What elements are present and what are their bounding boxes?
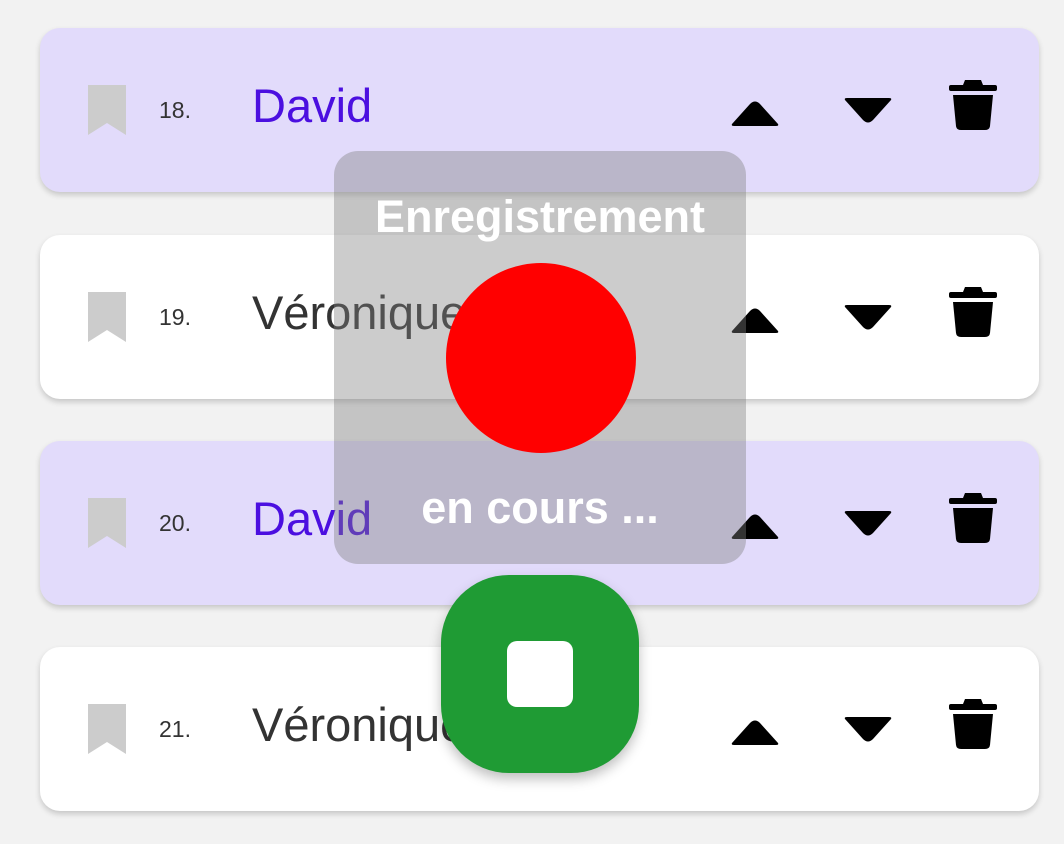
recording-status: en cours ... — [421, 482, 659, 533]
recording-overlay: Enregistrement en cours ... — [334, 151, 746, 564]
move-up-button[interactable] — [730, 86, 780, 136]
trash-icon — [949, 699, 997, 749]
triangle-down-icon — [844, 511, 892, 536]
move-down-button[interactable] — [843, 88, 893, 138]
triangle-down-icon — [844, 305, 892, 330]
item-name: Véronique — [252, 698, 467, 751]
trash-icon — [949, 287, 997, 337]
triangle-up-icon — [731, 101, 779, 126]
triangle-up-icon — [731, 720, 779, 745]
recording-title: Enregistrement — [374, 191, 706, 242]
stop-icon — [507, 641, 573, 707]
item-number: 20. — [159, 510, 191, 536]
bookmark-icon[interactable] — [88, 85, 126, 135]
delete-button[interactable] — [945, 695, 1001, 751]
bookmark-icon[interactable] — [88, 292, 126, 342]
bookmark-icon[interactable] — [88, 498, 126, 548]
delete-button[interactable] — [945, 76, 1001, 132]
item-number: 18. — [159, 97, 191, 123]
stop-recording-button[interactable] — [441, 575, 639, 773]
trash-icon — [949, 493, 997, 543]
delete-button[interactable] — [945, 489, 1001, 545]
move-down-button[interactable] — [843, 501, 893, 551]
delete-button[interactable] — [945, 283, 1001, 339]
recording-indicator-icon — [446, 263, 636, 453]
move-down-button[interactable] — [843, 707, 893, 757]
item-number: 19. — [159, 304, 191, 330]
move-down-button[interactable] — [843, 295, 893, 345]
triangle-down-icon — [844, 98, 892, 123]
item-number: 21. — [159, 716, 191, 742]
bookmark-icon[interactable] — [88, 704, 126, 754]
item-name: David — [252, 79, 373, 132]
trash-icon — [949, 80, 997, 130]
move-up-button[interactable] — [730, 705, 780, 755]
triangle-down-icon — [844, 717, 892, 742]
